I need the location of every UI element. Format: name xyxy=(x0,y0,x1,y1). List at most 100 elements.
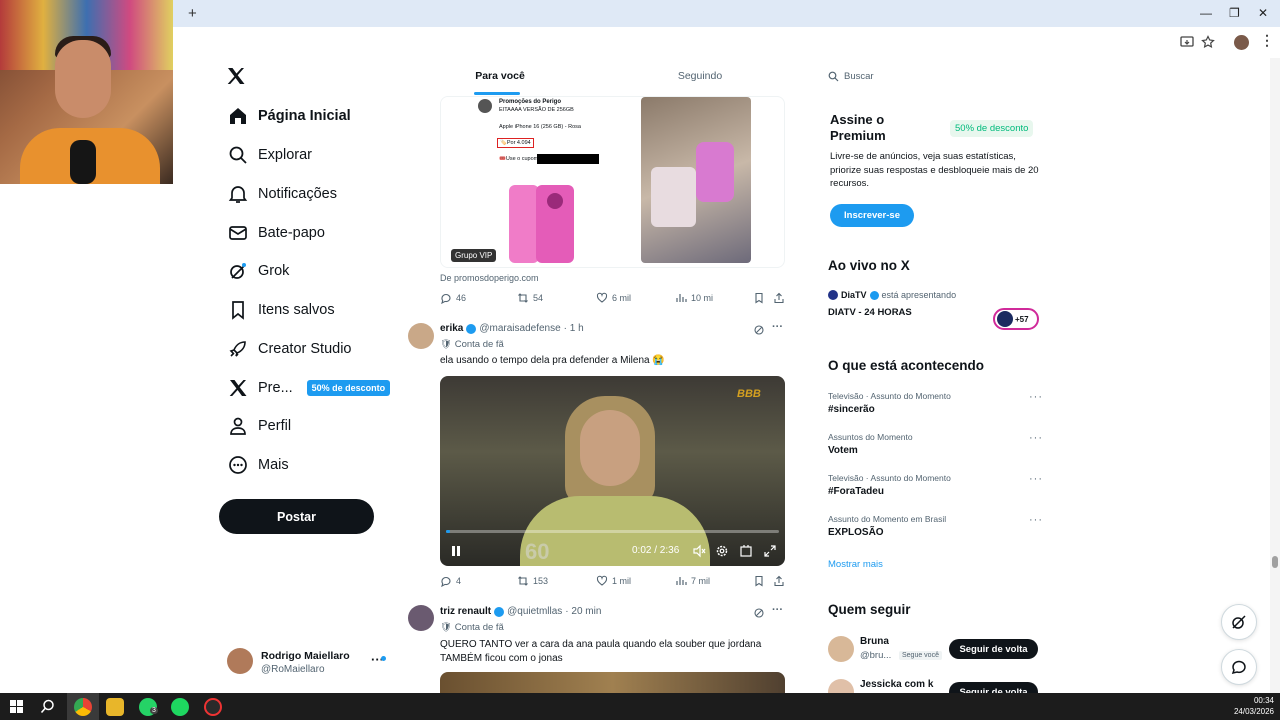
right-sidebar: Buscar Assine o Premium 50% de desconto … xyxy=(812,58,1052,693)
follow-suggestion[interactable]: Bruna @bru... Segue você Seguir de volta xyxy=(828,634,1058,664)
x-logo-icon[interactable] xyxy=(226,66,246,86)
install-app-icon[interactable] xyxy=(1180,35,1194,49)
windows-taskbar: 3 00:34 24/03/2026 xyxy=(0,693,1280,720)
mute-icon[interactable] xyxy=(692,544,706,558)
subscribe-button[interactable]: Inscrever-se xyxy=(830,204,914,227)
browser-menu-icon[interactable]: ⋮ xyxy=(1260,32,1274,48)
nav-bookmarks[interactable]: Itens salvos xyxy=(227,296,335,324)
whatsapp-icon[interactable]: 3 xyxy=(139,698,158,716)
shield-icon: 🛡 xyxy=(440,622,455,633)
nav-grok[interactable]: Grok xyxy=(227,257,289,285)
fullscreen-icon[interactable] xyxy=(763,544,777,558)
webcam-overlay xyxy=(0,0,173,184)
search-icon xyxy=(828,71,839,81)
grok-fab-button[interactable] xyxy=(1221,604,1257,640)
nav-home[interactable]: Página Inicial xyxy=(227,102,351,130)
tweet-time[interactable]: · 1 h xyxy=(564,323,584,334)
new-tab-button[interactable]: + xyxy=(188,5,197,22)
bookmark-button[interactable] xyxy=(753,292,769,304)
tab-following[interactable]: Seguindo xyxy=(600,58,800,94)
grok-icon[interactable] xyxy=(753,324,765,336)
link-source[interactable]: De promosdoperigo.com xyxy=(440,273,539,283)
premium-discount-badge: 50% de desconto xyxy=(950,120,1034,137)
clock-time[interactable]: 00:34 xyxy=(1226,696,1274,705)
account-switcher[interactable]: Rodrigo Maiellaro @RoMaiellaro ··· xyxy=(227,646,397,682)
whatsapp-unread-badge: 3 xyxy=(150,707,158,714)
tweet-media[interactable] xyxy=(440,672,785,693)
live-show-name[interactable]: DIATV - 24 HORAS xyxy=(828,307,912,318)
file-explorer-icon[interactable] xyxy=(106,698,124,716)
chrome-taskbar-icon[interactable] xyxy=(74,698,92,716)
share-icon xyxy=(774,292,784,304)
close-window-button[interactable]: ✕ xyxy=(1258,6,1268,20)
views-button[interactable]: 7 mil xyxy=(675,575,710,587)
like-button[interactable]: 6 mil xyxy=(596,292,631,304)
minimize-button[interactable]: — xyxy=(1200,6,1212,20)
browser-profile-avatar[interactable] xyxy=(1234,35,1249,50)
more-options-icon[interactable]: ··· xyxy=(772,604,783,616)
nav-creator-studio[interactable]: Creator Studio xyxy=(227,335,352,363)
video-watermark: BBB xyxy=(737,388,761,400)
views-button[interactable]: 10 mi xyxy=(675,292,713,304)
live-listeners[interactable]: +57 xyxy=(993,308,1039,330)
avatar[interactable] xyxy=(408,605,434,631)
taskbar-search-icon[interactable] xyxy=(40,699,55,714)
show-more-link[interactable]: Mostrar mais xyxy=(828,559,883,570)
tweet-time[interactable]: · 20 min xyxy=(565,606,601,617)
nav-explore[interactable]: Explorar xyxy=(227,141,312,169)
video-player[interactable]: BBB 60 0:02 / 2:36 xyxy=(440,376,785,566)
follow-back-button[interactable]: Seguir de volta xyxy=(949,639,1038,659)
reply-icon xyxy=(441,293,451,304)
follow-suggestion[interactable]: Jessicka com k Seguir de volta xyxy=(828,677,1058,693)
like-button[interactable]: 1 mil xyxy=(596,575,631,587)
author-name[interactable]: triz renault xyxy=(440,606,491,617)
follow-back-button[interactable]: Seguir de volta xyxy=(949,682,1038,693)
page-scrollbar[interactable] xyxy=(1270,58,1280,693)
link-card[interactable]: Promoções do Perigo EITAAAA VERSÃO DE 25… xyxy=(440,96,785,268)
pip-icon[interactable] xyxy=(739,544,753,558)
obs-icon[interactable] xyxy=(204,698,222,716)
trend-item[interactable]: Assuntos do Momento Votem ··· xyxy=(828,432,1043,456)
spotify-icon[interactable] xyxy=(171,698,189,716)
author-name[interactable]: erika xyxy=(440,323,463,334)
diatv-logo-icon xyxy=(828,290,838,300)
clock-date[interactable]: 24/03/2026 xyxy=(1226,707,1274,716)
reply-button[interactable]: 46 xyxy=(440,292,466,304)
windows-start-icon[interactable] xyxy=(10,700,23,713)
trend-item[interactable]: Televisão · Assunto do Momento #ForaTadeu… xyxy=(828,473,1043,497)
live-host[interactable]: DiaTV está apresentando xyxy=(828,290,956,300)
share-button[interactable] xyxy=(773,292,789,304)
avatar[interactable] xyxy=(408,323,434,349)
nav-chat[interactable]: Bate-papo xyxy=(227,219,325,247)
nav-premium[interactable]: Pre... 50% de desconto xyxy=(227,374,391,402)
pause-icon[interactable] xyxy=(450,544,462,558)
tweet-actions: 46 54 6 mil 10 mi xyxy=(440,292,785,308)
post-button[interactable]: Postar xyxy=(219,499,374,534)
person-icon xyxy=(227,415,249,437)
reply-button[interactable]: 4 xyxy=(440,575,461,587)
tab-for-you[interactable]: Para você xyxy=(400,58,600,95)
trend-item[interactable]: Assunto do Momento em Brasil EXPLOSÃO ··· xyxy=(828,514,1043,538)
premium-title: Assine o Premium xyxy=(830,112,886,143)
messages-fab-button[interactable] xyxy=(1221,649,1257,685)
author-handle[interactable]: @quietmllas xyxy=(507,606,562,617)
repost-button[interactable]: 153 xyxy=(517,575,548,587)
embed-price: 🏷️Por 4.094 xyxy=(497,138,534,148)
trend-item[interactable]: Televisão · Assunto do Momento #sincerão ·… xyxy=(828,391,1043,415)
repost-button[interactable]: 54 xyxy=(517,292,543,304)
settings-gear-icon[interactable] xyxy=(715,544,729,558)
restore-button[interactable]: ❐ xyxy=(1229,6,1240,20)
nav-profile[interactable]: Perfil xyxy=(227,412,291,440)
author-handle[interactable]: @maraisadefense xyxy=(479,323,560,334)
search-box[interactable]: Buscar xyxy=(824,64,1044,88)
share-icon xyxy=(774,575,784,587)
bookmark-button[interactable] xyxy=(753,575,769,587)
grok-icon[interactable] xyxy=(753,607,765,619)
bookmark-icon xyxy=(227,299,249,321)
nav-notifications[interactable]: Notificações xyxy=(227,180,337,208)
video-scrubber[interactable] xyxy=(446,530,779,533)
bookmark-star-icon[interactable] xyxy=(1201,35,1215,49)
nav-more[interactable]: Mais xyxy=(227,451,289,479)
share-button[interactable] xyxy=(773,575,789,587)
more-options-icon[interactable]: ··· xyxy=(772,321,783,333)
